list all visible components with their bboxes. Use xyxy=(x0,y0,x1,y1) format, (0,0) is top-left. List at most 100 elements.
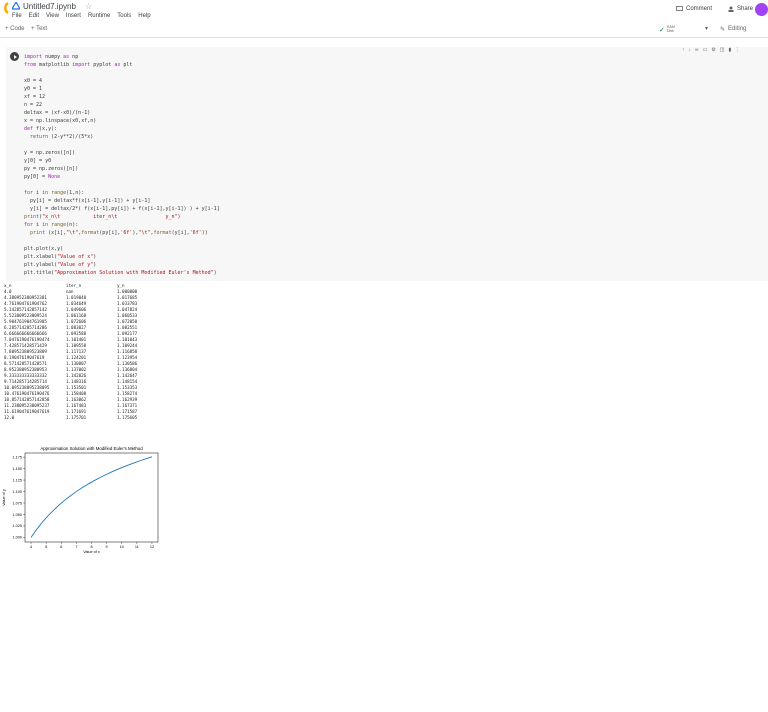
code-line: x0 = 4 xyxy=(24,78,43,84)
notebook-toolbar: + Code + Text ✓ RAM Disk ▾ ✎ Editing xyxy=(0,24,768,38)
x-tick-label: 9 xyxy=(106,545,108,549)
code-line: y0 = 1 xyxy=(24,86,43,92)
y-tick-label: 1.025 xyxy=(12,524,22,528)
link-icon[interactable]: ∞ xyxy=(695,47,699,53)
comment-label: Comment xyxy=(686,6,713,12)
code-line: plt.xlabel("Value of x") xyxy=(24,254,97,260)
x-tick-label: 8 xyxy=(90,545,92,549)
plot-frame xyxy=(24,452,159,543)
series-line xyxy=(30,456,153,538)
y-tick-label: 1.125 xyxy=(12,478,22,482)
code-line: plt.plot(x,y) xyxy=(24,246,64,252)
mirror-icon[interactable]: ◫ xyxy=(720,47,725,53)
menu-insert[interactable]: Insert xyxy=(66,13,81,19)
code-line: plt.ylabel("Value of y") xyxy=(24,262,97,268)
x-tick-label: 4 xyxy=(30,545,32,549)
menu-file[interactable]: File xyxy=(12,13,22,19)
code-editor[interactable]: import numpy as np from matplotlib import… xyxy=(24,53,220,277)
arrow-down-icon[interactable]: ↓ xyxy=(689,47,692,53)
y-axis-label: Value of y xyxy=(2,489,6,506)
y-tick-label: 1.100 xyxy=(12,490,22,494)
add-code-button[interactable]: + Code xyxy=(5,26,25,32)
cell-x-n: 12.0 xyxy=(4,415,15,420)
chevron-down-icon[interactable]: ▾ xyxy=(705,25,708,32)
output-table-body: 4.0 nan 1.000000 4.380952380952381 1.019048 1… xyxy=(0,289,200,421)
comment-icon xyxy=(676,6,683,11)
connected-check-icon: ✓ xyxy=(659,27,665,34)
x-tick-label: 5 xyxy=(45,545,47,549)
editing-mode-button[interactable]: ✎ Editing xyxy=(720,26,746,33)
star-icon[interactable]: ☆ xyxy=(85,2,92,11)
arrow-up-icon[interactable]: ↑ xyxy=(682,47,685,53)
gear-icon[interactable]: ⚙ xyxy=(711,47,715,53)
code-line: plt.title("Approximation Solution with M… xyxy=(24,270,217,276)
code-line: y = np.zeros([n]) xyxy=(24,150,76,156)
menu-bar: File Edit View Insert Runtime Tools Help xyxy=(12,13,151,19)
colab-logo-icon[interactable] xyxy=(0,1,10,15)
code-line: y[0] = y0 xyxy=(24,158,52,164)
x-tick-label: 12 xyxy=(150,545,154,549)
cell-iter-n: 1.175701 xyxy=(66,415,87,420)
code-line: py[0] = None xyxy=(24,174,61,180)
cell-toolbar: ↑ ↓ ∞ ▭ ⚙ ◫ ▮ ⋮ xyxy=(682,47,740,53)
code-line: py = np.zeros([n]) xyxy=(24,166,79,172)
title-row: Untitled7.ipynb ☆ xyxy=(12,1,92,11)
code-line: y[i] = deltax/2*( f(x[i-1],py[i]) + f(x[… xyxy=(24,206,220,212)
menu-help[interactable]: Help xyxy=(138,13,150,19)
code-line: for i in range(1,n): xyxy=(24,190,85,196)
person-add-icon xyxy=(728,6,734,12)
x-tick-label: 11 xyxy=(135,545,139,549)
cell-y-n: 1.175605 xyxy=(117,415,138,420)
editing-label: Editing xyxy=(728,26,747,32)
x-tick-label: 10 xyxy=(120,545,124,549)
y-tick-label: 1.150 xyxy=(12,467,22,471)
code-line: def f(x,y): xyxy=(24,126,58,132)
drive-icon xyxy=(12,2,20,10)
code-cell[interactable]: ↑ ↓ ∞ ▭ ⚙ ◫ ▮ ⋮ import numpy as np from m… xyxy=(6,47,768,281)
x-axis-label: Value of x xyxy=(83,550,100,554)
code-line: from matplotlib import pyplot as plt xyxy=(24,62,133,68)
delete-icon[interactable]: ▮ xyxy=(729,47,732,53)
top-bar: Untitled7.ipynb ☆ File Edit View Insert … xyxy=(0,0,768,22)
menu-tools[interactable]: Tools xyxy=(117,13,131,19)
y-tick-label: 1.175 xyxy=(12,455,22,459)
code-line: import numpy as np xyxy=(24,54,79,60)
x-tick-label: 6 xyxy=(60,545,62,549)
cell-output: x_n iter_n y_n 4.0 nan 1.000000 4.380952380… xyxy=(0,283,200,421)
menu-runtime[interactable]: Runtime xyxy=(88,13,110,19)
y-tick-label: 1.075 xyxy=(12,501,22,505)
output-table: x_n iter_n y_n 4.0 nan 1.000000 4.380952380… xyxy=(0,283,200,421)
code-line: print (x[i],"\t",format(py[i],'6f'),"\t"… xyxy=(30,230,208,236)
x-tick-label: 7 xyxy=(75,545,77,549)
line-chart: Approximation Solution with Modified Eul… xyxy=(2,446,159,554)
code-line: xf = 12 xyxy=(24,94,46,100)
y-tick-label: 1.050 xyxy=(12,513,22,517)
code-line: deltax = (xf-x0)/(n-1) xyxy=(24,110,91,116)
code-line: x = np.linspace(x0,xf,n) xyxy=(24,118,97,124)
code-line: for i in range(n): xyxy=(24,222,79,228)
share-button[interactable]: Share xyxy=(728,6,753,12)
menu-edit[interactable]: Edit xyxy=(29,13,39,19)
comment-cell-icon[interactable]: ▭ xyxy=(703,47,708,53)
run-cell-button[interactable] xyxy=(10,52,19,61)
y-tick-label: 1.000 xyxy=(12,536,22,540)
pencil-icon: ✎ xyxy=(720,27,726,33)
table-row: 12.0 1.175701 1.175605 xyxy=(0,415,200,421)
share-label: Share xyxy=(737,6,754,12)
resource-monitor[interactable]: RAM Disk xyxy=(667,25,687,33)
chart-title: Approximation Solution with Modified Eul… xyxy=(40,446,143,451)
disk-label: Disk xyxy=(667,29,674,33)
notebook-title[interactable]: Untitled7.ipynb xyxy=(23,2,76,11)
comment-button[interactable]: Comment xyxy=(676,6,712,12)
add-text-button[interactable]: + Text xyxy=(31,26,47,32)
menu-view[interactable]: View xyxy=(46,13,59,19)
code-line: py[i] = deltax*f(x[i-1],y[i-1]) + y[i-1] xyxy=(24,198,151,204)
code-line: return (2-y**2)/(5*x) xyxy=(30,134,94,140)
more-icon[interactable]: ⋮ xyxy=(735,47,740,53)
code-line: n = 22 xyxy=(24,102,43,108)
avatar[interactable] xyxy=(755,3,768,16)
